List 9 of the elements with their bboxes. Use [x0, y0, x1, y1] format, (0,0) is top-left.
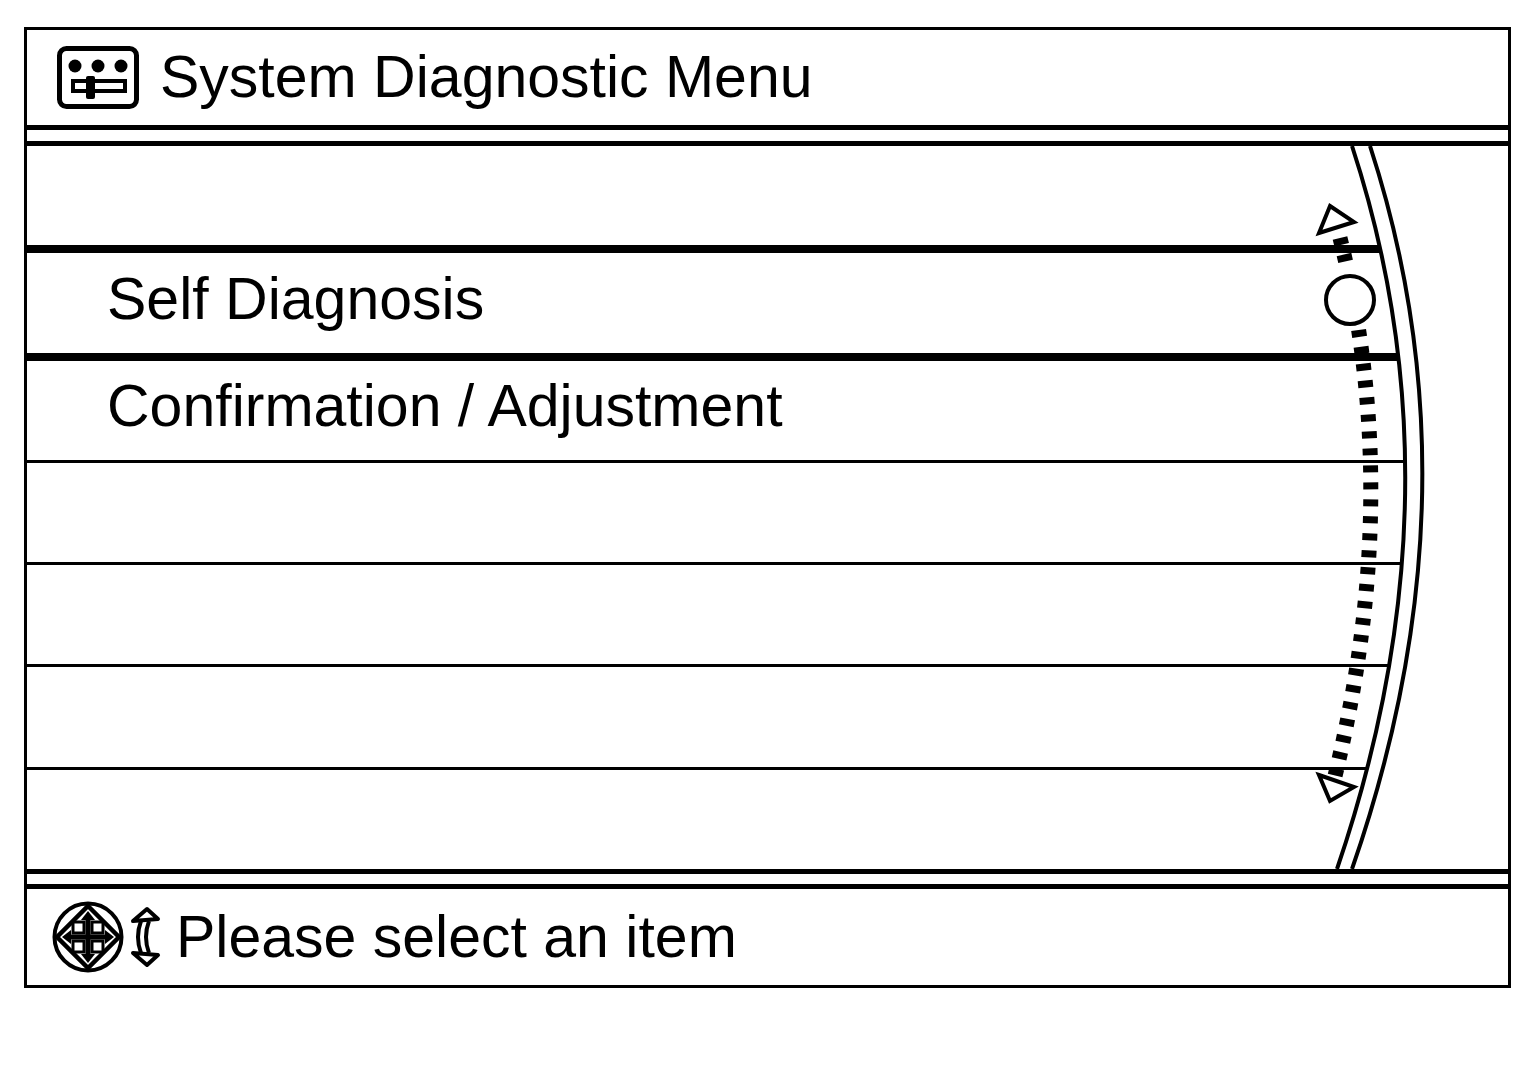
four-way-arrow-icon: [52, 901, 124, 973]
menu-item[interactable]: Confirmation / Adjustment: [27, 360, 1307, 460]
status-message: Please select an item: [176, 907, 737, 967]
menu-item[interactable]: Self Diagnosis: [27, 245, 1312, 361]
scroll-thumb[interactable]: [1324, 274, 1376, 326]
triangle-icon[interactable]: [1315, 202, 1359, 237]
screen-title: System Diagnostic Menu: [160, 48, 813, 107]
triangle-icon[interactable]: [1315, 771, 1359, 804]
control-panel-icon: [57, 46, 139, 109]
